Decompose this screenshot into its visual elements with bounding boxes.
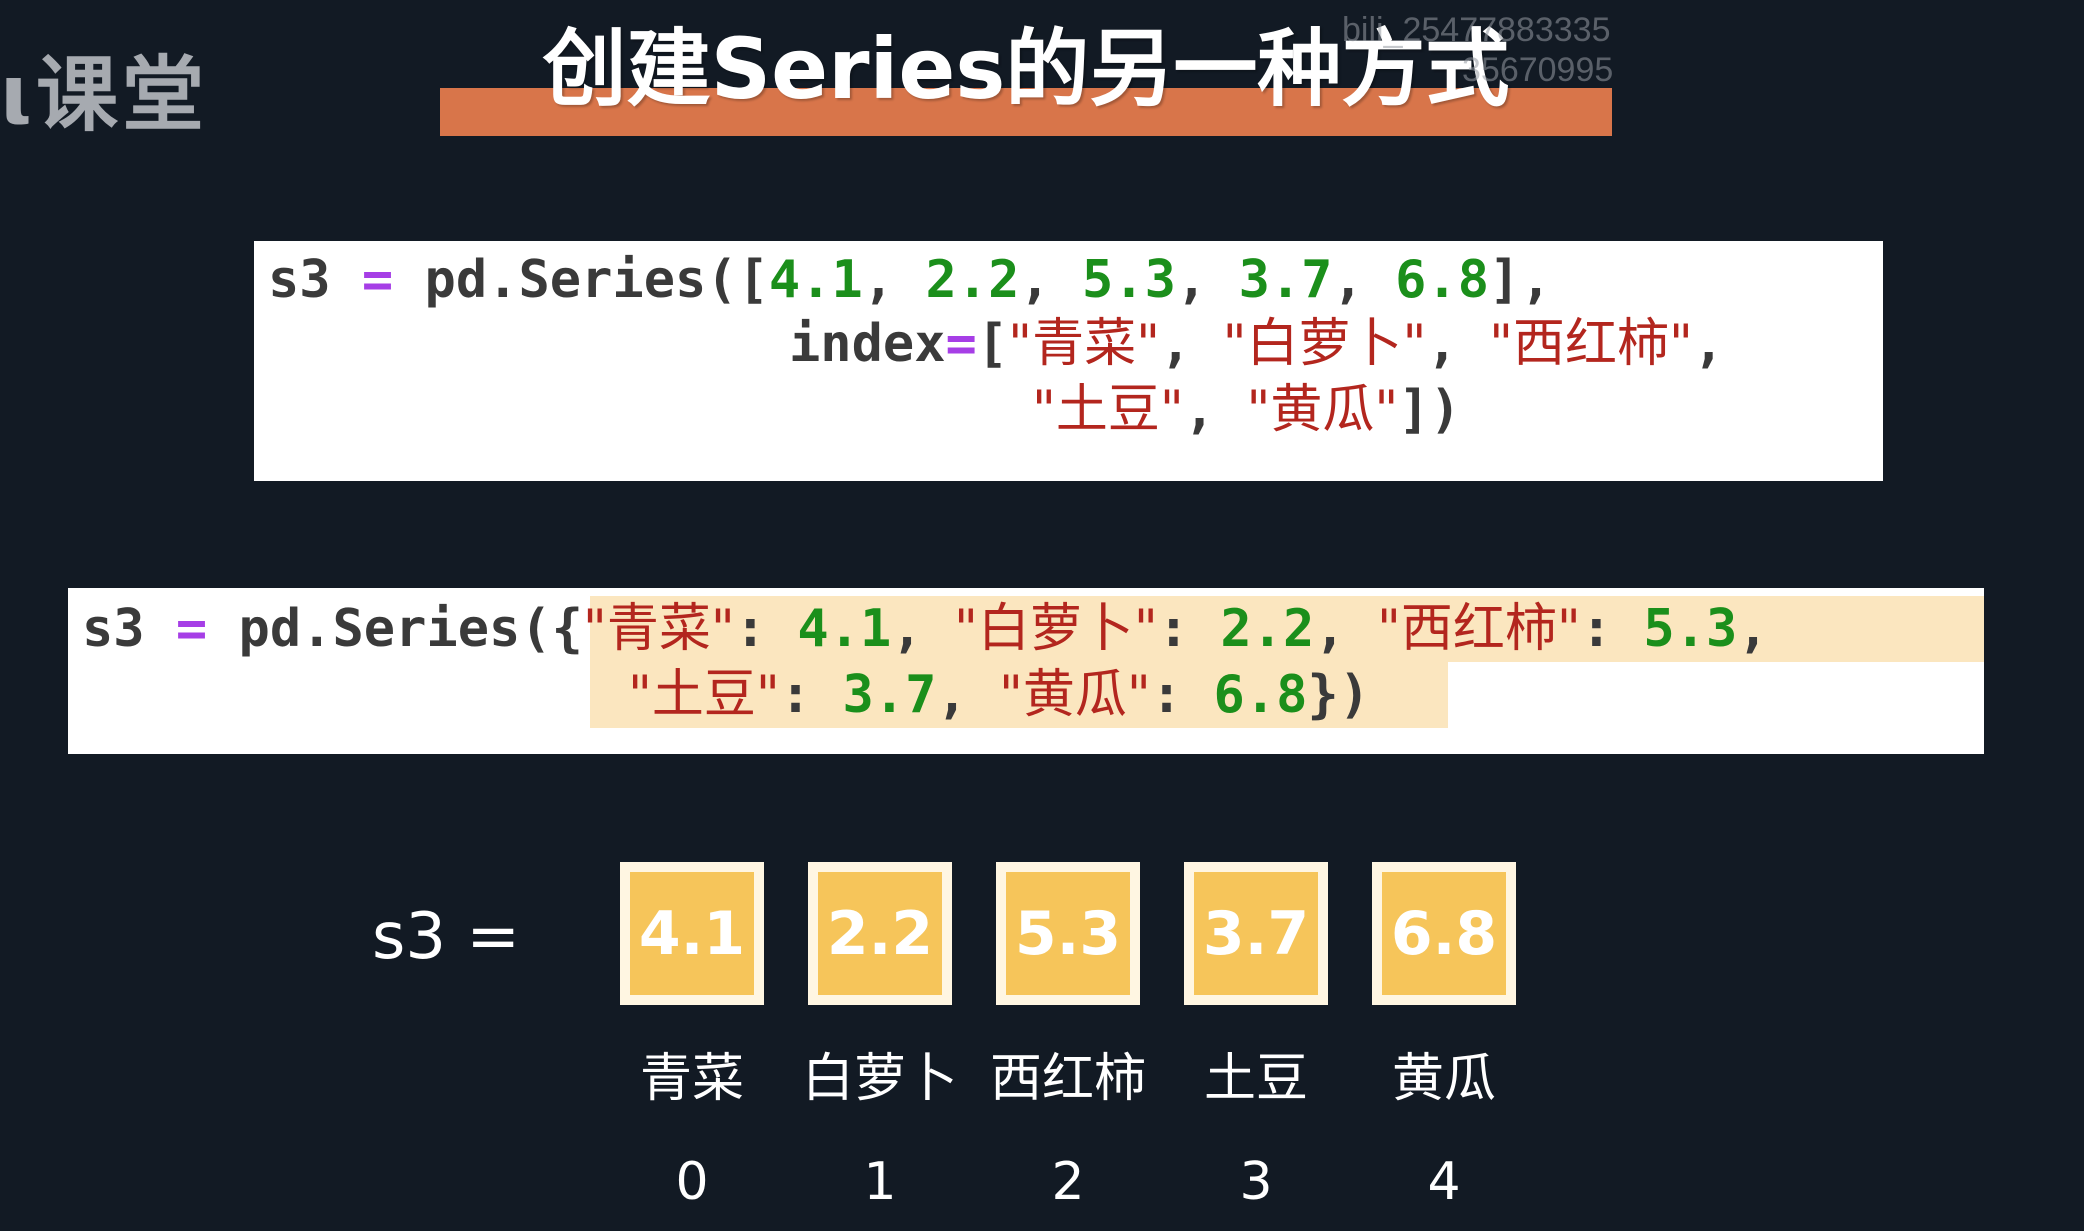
series-value: 6.8 xyxy=(1382,872,1506,995)
code-token-str: "黄瓜" xyxy=(999,665,1151,725)
code-token-str: "土豆" xyxy=(1032,380,1184,440)
series-position-label: 2 xyxy=(1051,1152,1085,1212)
series-index-label: 青菜 xyxy=(639,1049,744,1109)
code-token-op: = xyxy=(945,314,977,374)
code-token-op: = xyxy=(175,599,208,659)
logo-text: 课堂 xyxy=(35,48,208,143)
logo-mark-icon: ι xyxy=(0,48,36,143)
code-token-default: ], xyxy=(1489,250,1552,310)
code-token-op: = xyxy=(361,250,394,310)
logo: ι课堂 xyxy=(0,28,208,147)
series-value: 5.3 xyxy=(1006,872,1130,995)
series-value: 3.7 xyxy=(1194,872,1318,995)
code-token-default: } xyxy=(1307,665,1339,725)
code-token-num: 5.3 xyxy=(1082,250,1176,310)
code-token-str: "西红柿" xyxy=(1376,599,1581,659)
watermark-line-2: 35670995 xyxy=(1462,51,1614,89)
series-value-cell: 2.2 xyxy=(808,862,952,1005)
code-token-str: "青菜" xyxy=(1008,314,1161,374)
code-token-default: ) xyxy=(1338,665,1371,725)
code-line: s3 = pd.Series({"青菜": 4.1, "白萝卜": 2.2, "… xyxy=(82,596,1769,662)
series-name-label: s3 = xyxy=(372,900,521,974)
code-block-list-index: s3 = pd.Series([4.1, 2.2, 5.3, 3.7, 6.8]… xyxy=(254,241,1883,481)
code-token-default: : xyxy=(1150,665,1214,725)
code-token-num: 3.7 xyxy=(1238,250,1333,310)
series-value: 4.1 xyxy=(630,872,754,995)
code-token-num: 2.2 xyxy=(1220,599,1315,659)
code-token-default: , xyxy=(1183,380,1247,440)
series-value: 2.2 xyxy=(818,872,942,995)
code-token-default: index xyxy=(789,314,946,374)
code-token-default: , xyxy=(1175,250,1239,310)
code-token-num: 6.8 xyxy=(1395,250,1490,310)
code-token-num: 4.1 xyxy=(797,599,892,659)
watermark-line-1: bili_25477883335 xyxy=(1342,11,1611,49)
code-token-num: 3.7 xyxy=(842,665,937,725)
code-token-str: "青菜" xyxy=(582,599,735,659)
code-token-default: , xyxy=(1426,314,1490,374)
code-token-str: "白萝卜" xyxy=(1222,314,1427,374)
series-position-label: 4 xyxy=(1427,1152,1461,1212)
code-token-default: [ xyxy=(976,314,1009,374)
series-index-label: 土豆 xyxy=(1203,1049,1308,1109)
code-token-str: "土豆" xyxy=(628,665,780,725)
code-token-default: , xyxy=(891,599,954,659)
code-token-default: , xyxy=(1314,599,1377,659)
code-token-default: , xyxy=(936,665,1000,725)
series-value-cell: 5.3 xyxy=(996,862,1140,1005)
code-token-num: 6.8 xyxy=(1213,665,1308,725)
code-token-str: "西红柿" xyxy=(1489,314,1693,374)
code-line: "土豆", "黄瓜"]) xyxy=(1032,377,1461,443)
code-block-dict: s3 = pd.Series({"青菜": 4.1, "白萝卜": 2.2, "… xyxy=(68,588,1984,754)
series-index-label: 西红柿 xyxy=(989,1049,1146,1109)
code-token-default: : xyxy=(1580,599,1644,659)
code-token-num: 4.1 xyxy=(768,250,863,310)
code-token-default: , xyxy=(1332,250,1396,310)
code-token-default: , xyxy=(1692,314,1725,374)
code-token-default: ]) xyxy=(1398,380,1461,440)
series-position-label: 1 xyxy=(863,1152,897,1212)
code-line: index=["青菜", "白萝卜", "西红柿", xyxy=(789,311,1724,377)
code-token-default: : xyxy=(734,599,798,659)
code-line: s3 = pd.Series([4.1, 2.2, 5.3, 3.7, 6.8]… xyxy=(268,247,1552,313)
code-token-default: , xyxy=(1160,314,1223,374)
series-index-label: 黄瓜 xyxy=(1391,1049,1496,1109)
code-token-default: pd.Series([ xyxy=(393,250,769,310)
code-token-num: 2.2 xyxy=(925,250,1020,310)
code-token-default: , xyxy=(1019,250,1083,310)
code-token-default: s3 xyxy=(82,599,176,659)
code-line: "土豆": 3.7, "黄瓜": 6.8}) xyxy=(628,662,1370,728)
code-token-default: , xyxy=(1737,599,1769,659)
series-value-cell: 6.8 xyxy=(1372,862,1516,1005)
code-token-default: { xyxy=(551,599,583,659)
series-value-cell: 4.1 xyxy=(620,862,764,1005)
series-position-label: 0 xyxy=(675,1152,709,1212)
code-token-num: 5.3 xyxy=(1643,599,1738,659)
code-token-default: : xyxy=(1157,599,1221,659)
series-position-label: 3 xyxy=(1239,1152,1273,1212)
code-token-default: : xyxy=(779,665,843,725)
watermark: bili_25477883335 35670995 xyxy=(1342,10,1613,90)
code-token-default: s3 xyxy=(268,250,362,310)
series-value-cell: 3.7 xyxy=(1184,862,1328,1005)
code-token-str: "白萝卜" xyxy=(953,599,1158,659)
code-token-str: "黄瓜" xyxy=(1246,380,1399,440)
series-index-label: 白萝卜 xyxy=(801,1049,958,1109)
code-token-default: pd.Series( xyxy=(207,599,552,659)
code-token-default: , xyxy=(862,250,926,310)
